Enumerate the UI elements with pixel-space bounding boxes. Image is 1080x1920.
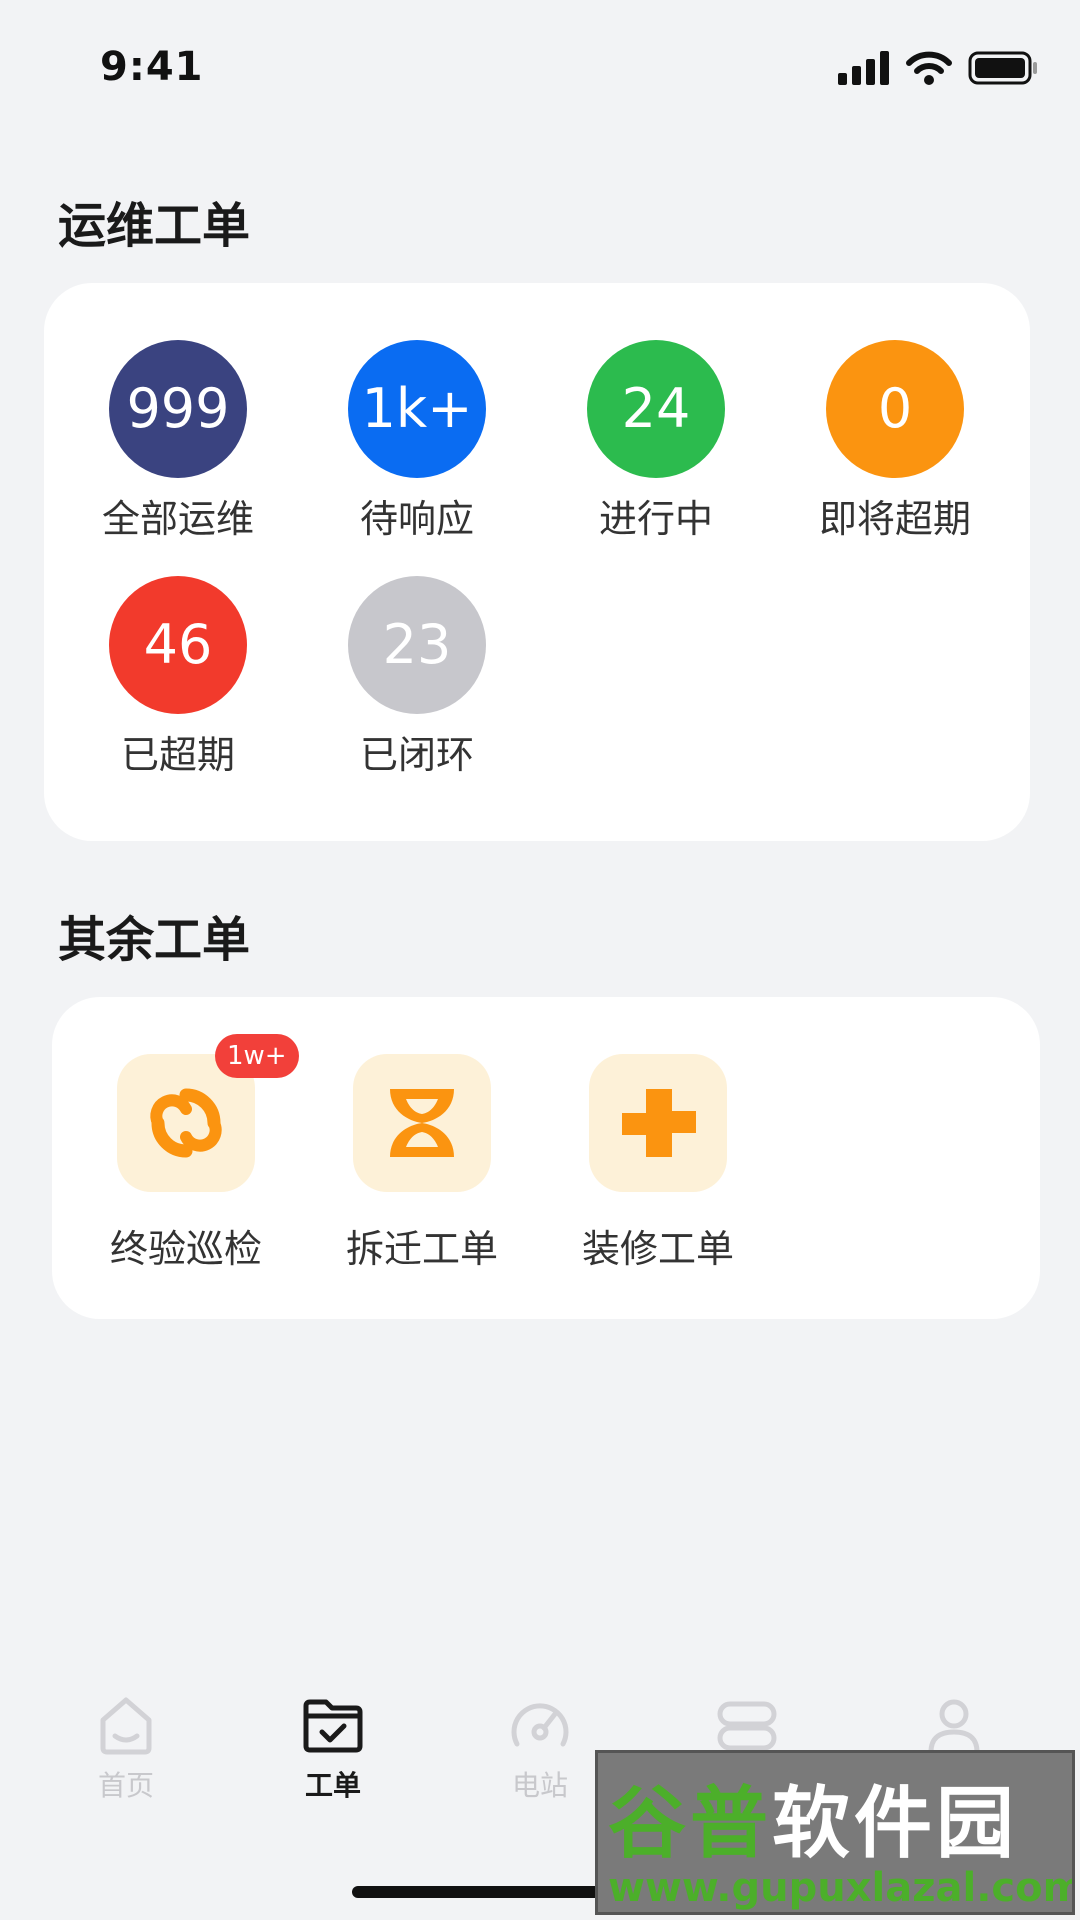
ops-card: 999 全部运维 1k+ 待响应 24 进行中 0 即将超期 46 已超期 23… [44,283,1030,841]
work-order-icon [303,1699,363,1753]
stat-circle: 0 [826,340,964,478]
status-time: 9:41 [100,44,204,90]
app-demolition[interactable]: 拆迁工单 [322,1054,522,1273]
app-label: 装修工单 [581,1227,734,1271]
gauge-icon [511,1703,569,1747]
stat-label: 进行中 [598,497,713,541]
wifi-icon [906,51,952,85]
tab-home[interactable]: 首页 [46,1690,206,1804]
stat-closed[interactable]: 23 已闭环 [307,576,527,779]
stat-circle: 999 [109,340,247,478]
watermark-brand: 谷普软件园 [608,1761,1018,1873]
stat-circle: 1k+ [348,340,486,478]
stat-pending[interactable]: 1k+ 待响应 [307,340,527,543]
stat-label: 即将超期 [818,497,971,541]
renovation-icon [622,1089,696,1157]
other-card: 1w+ 终验巡检 拆迁工单 装修工单 [52,997,1040,1319]
tab-label: 工单 [304,1769,361,1802]
signal-icon [838,51,889,85]
other-section-title: 其余工单 [58,912,251,968]
tab-work-order[interactable]: 工单 [253,1690,413,1804]
app-renovation[interactable]: 装修工单 [558,1054,758,1273]
app-label: 终验巡检 [109,1227,262,1271]
tab-label: 首页 [97,1769,154,1802]
app-inspection[interactable]: 1w+ 终验巡检 [86,1034,299,1273]
app-icon-tile [589,1054,727,1192]
inspection-icon [150,1088,222,1158]
stat-circle: 24 [587,340,725,478]
stat-circle: 46 [109,576,247,714]
app-label: 拆迁工单 [345,1227,498,1271]
stat-label: 已超期 [120,733,235,777]
battery-icon [968,51,1037,85]
home-icon [100,1697,152,1755]
status-bar: 9:41 [0,0,1080,130]
watermark-url: www.gupuxlazal.com [608,1865,1075,1911]
watermark-brand-a: 谷普 [608,1779,773,1869]
count-badge: 1w+ [215,1034,299,1078]
stat-label: 已闭环 [359,733,474,777]
watermark-brand-b: 软件园 [772,1779,1019,1869]
status-icons [838,48,1038,88]
stat-due-soon[interactable]: 0 即将超期 [785,340,1005,543]
ops-section-title: 运维工单 [58,198,251,254]
stat-label: 待响应 [359,497,474,541]
stat-circle: 23 [348,576,486,714]
stat-all[interactable]: 999 全部运维 [68,340,288,543]
stat-overdue[interactable]: 46 已超期 [68,576,288,779]
app-icon-tile: 1w+ [117,1034,299,1192]
stat-label: 全部运维 [101,497,254,541]
stat-in-progress[interactable]: 24 进行中 [546,340,766,543]
app-icon-tile [353,1054,491,1192]
watermark: 谷普软件园 www.gupuxlazal.com [595,1750,1075,1915]
demolition-icon [390,1089,454,1157]
